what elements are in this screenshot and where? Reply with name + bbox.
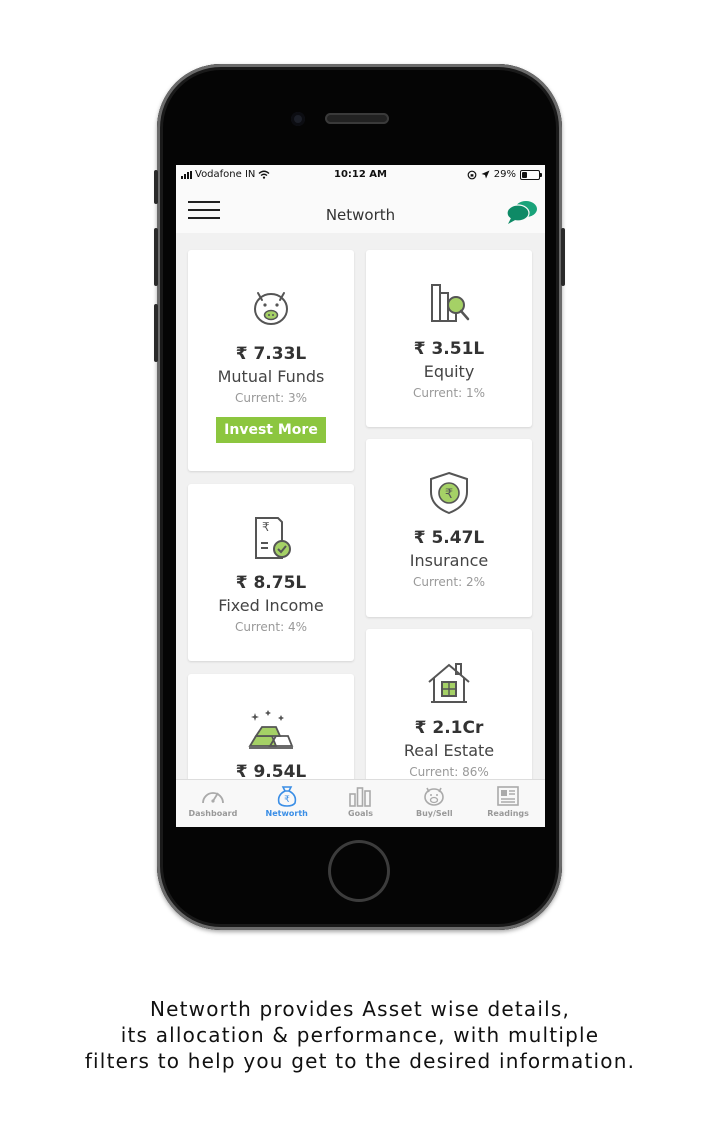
- caption-line: Networth provides Asset wise details,: [149, 997, 571, 1021]
- tab-label: Readings: [487, 809, 529, 818]
- volume-up-button: [154, 228, 158, 286]
- volume-down-button: [154, 304, 158, 362]
- rotation-lock-icon: [467, 170, 477, 179]
- asset-card-insurance[interactable]: ₹ ₹ 5.47L Insurance Current: 2%: [366, 439, 532, 617]
- piggy-icon: [424, 787, 445, 806]
- asset-name: Mutual Funds: [217, 367, 325, 386]
- tab-label: Networth: [265, 809, 308, 818]
- asset-name: Equity: [423, 362, 475, 381]
- asset-cards-grid: ₹ 7.33L Mutual Funds Current: 3% Invest …: [176, 233, 545, 814]
- equity-chart-icon: [431, 284, 470, 322]
- location-icon: [481, 170, 490, 179]
- asset-current: Current: 1%: [413, 386, 485, 400]
- asset-card-fixed-income[interactable]: ₹ ₹ 8.75L Fixed Income Current: 4%: [188, 484, 354, 661]
- asset-name: Real Estate: [403, 741, 495, 760]
- caption-line: filters to help you get to the desired i…: [84, 1049, 636, 1073]
- fixed-income-doc-icon: ₹: [255, 517, 291, 559]
- asset-card-real-estate[interactable]: ₹ 2.1Cr Real Estate Current: 86%: [366, 629, 532, 789]
- asset-amount: ₹ 5.47L: [413, 528, 485, 548]
- tab-buy-sell[interactable]: Buy/Sell: [397, 780, 471, 827]
- asset-amount: ₹ 8.75L: [235, 573, 307, 593]
- tab-label: Goals: [348, 809, 373, 818]
- asset-amount: ₹ 3.51L: [413, 339, 485, 359]
- money-bag-icon: ₹: [277, 786, 296, 807]
- status-bar: Vodafone IN 10:12 AM 29%: [176, 165, 545, 185]
- asset-amount: ₹ 2.1Cr: [414, 718, 484, 738]
- battery-percent: 29%: [493, 169, 516, 180]
- front-camera: [291, 112, 305, 126]
- caption-line: its allocation & performance, with multi…: [120, 1023, 600, 1047]
- home-button[interactable]: [328, 840, 390, 902]
- battery-icon: [520, 169, 542, 180]
- asset-name: Insurance: [409, 551, 489, 570]
- caption: Networth provides Asset wise details, it…: [0, 996, 720, 1074]
- asset-current: Current: 86%: [409, 765, 489, 779]
- page-title: Networth: [325, 206, 396, 224]
- nav-bar: Networth: [176, 185, 545, 233]
- asset-name: Fixed Income: [218, 596, 324, 615]
- speedometer-icon: [201, 792, 224, 804]
- earpiece-speaker: [325, 113, 389, 124]
- asset-current: Current: 4%: [235, 620, 307, 634]
- asset-card-mutual-funds[interactable]: ₹ 7.33L Mutual Funds Current: 3% Invest …: [188, 250, 354, 471]
- app-screen: Vodafone IN 10:12 AM 29% Networth ₹ 7.33…: [176, 165, 545, 827]
- chat-icon[interactable]: [505, 199, 539, 225]
- svg-text:₹: ₹: [262, 520, 270, 534]
- tab-label: Dashboard: [188, 809, 238, 818]
- gold-bars-icon: [248, 710, 294, 749]
- asset-amount: ₹ 7.33L: [235, 344, 307, 364]
- piggy-bank-icon: [254, 292, 288, 325]
- asset-card-equity[interactable]: ₹ 3.51L Equity Current: 1%: [366, 250, 532, 427]
- bottom-tab-bar: Dashboard ₹ Networth Goals Buy/Sell Read…: [176, 779, 545, 827]
- svg-text:₹: ₹: [284, 795, 290, 805]
- mute-switch: [154, 170, 158, 204]
- asset-current: Current: 3%: [235, 391, 307, 405]
- tab-networth[interactable]: ₹ Networth: [250, 780, 324, 827]
- power-button: [561, 228, 565, 286]
- tab-dashboard[interactable]: Dashboard: [176, 780, 250, 827]
- house-icon: [428, 663, 470, 703]
- tab-label: Buy/Sell: [415, 809, 453, 818]
- tab-readings[interactable]: Readings: [471, 780, 545, 827]
- newspaper-icon: [497, 786, 519, 806]
- battery-level: [522, 171, 527, 178]
- tab-goals[interactable]: Goals: [324, 780, 398, 827]
- asset-current: Current: 2%: [413, 575, 485, 589]
- insurance-shield-icon: ₹: [430, 471, 468, 515]
- bar-chart-icon: [349, 787, 372, 807]
- svg-text:₹: ₹: [445, 487, 453, 502]
- invest-more-button[interactable]: Invest More: [216, 417, 326, 443]
